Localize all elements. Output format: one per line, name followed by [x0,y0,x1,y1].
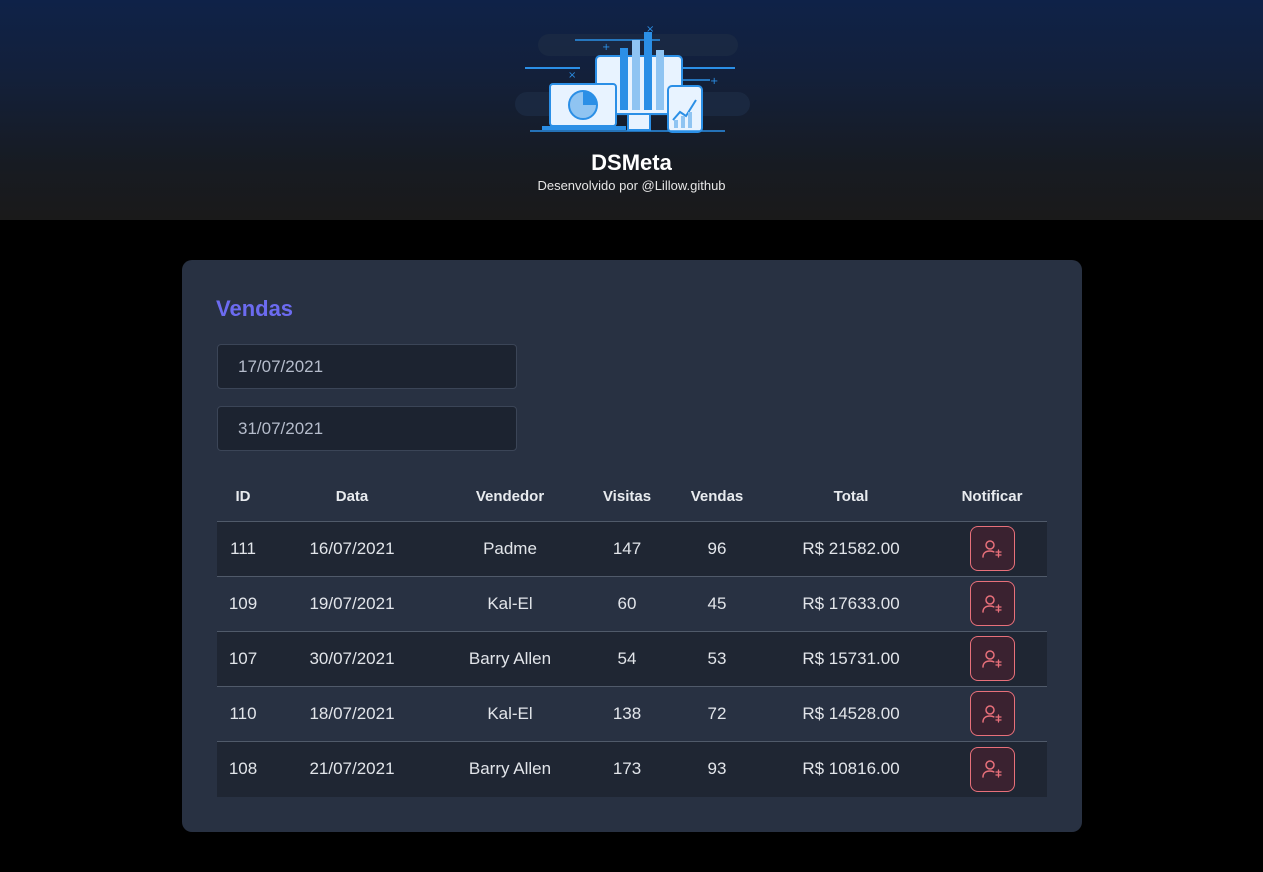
cell-sales: 96 [669,521,765,577]
cell-sales: 45 [669,576,765,632]
cell-visits: 54 [585,631,669,687]
table-header-row: ID Data Vendedor Visitas Vendas Total No… [217,472,1047,522]
cell-sales: 93 [669,741,765,797]
cell-seller: Kal-El [435,576,585,632]
svg-text:+: + [602,42,610,53]
svg-text:+: + [710,76,718,87]
min-date-input[interactable] [217,344,517,389]
table-row: 107 30/07/2021 Barry Allen 54 53 R$ 1573… [217,631,1047,687]
table-row: 109 19/07/2021 Kal-El 60 45 R$ 17633.00 [217,576,1047,632]
cell-notify [937,631,1047,687]
cell-date: 18/07/2021 [269,686,435,742]
page-header: × × + + × DSMeta Desenvolvido por @Lillo… [0,0,1263,220]
cell-visits: 173 [585,741,669,797]
cell-date: 19/07/2021 [269,576,435,632]
cell-id: 107 [217,631,269,687]
cell-total: R$ 17633.00 [765,576,937,632]
cell-id: 108 [217,741,269,797]
cell-seller: Padme [435,521,585,577]
cell-notify [937,686,1047,742]
column-header-date: Data [269,472,435,522]
notify-button[interactable] [969,691,1015,736]
table-row: 108 21/07/2021 Barry Allen 173 93 R$ 108… [217,741,1047,797]
cell-date: 16/07/2021 [269,521,435,577]
column-header-notify: Notificar [937,472,1047,522]
cell-seller: Kal-El [435,686,585,742]
cell-total: R$ 10816.00 [765,741,937,797]
cell-date: 21/07/2021 [269,741,435,797]
user-notify-icon [982,594,1002,613]
notify-button[interactable] [969,746,1015,792]
cell-id: 109 [217,576,269,632]
app-subtitle: Desenvolvido por @Lillow.github [537,178,726,193]
cell-notify [937,521,1047,577]
dashboard-logo-icon: × × + + × [515,24,750,133]
column-header-total: Total [765,472,937,522]
column-header-sales: Vendas [669,472,765,522]
column-header-seller: Vendedor [435,472,585,522]
sales-card: Vendas ID Data Vendedor Visitas Vendas T… [182,260,1082,832]
notify-button[interactable] [969,581,1015,626]
user-notify-icon [982,704,1002,723]
cell-seller: Barry Allen [435,741,585,797]
user-notify-icon [982,539,1002,558]
user-notify-icon [982,760,1002,778]
cell-total: R$ 15731.00 [765,631,937,687]
cell-total: R$ 21582.00 [765,521,937,577]
cell-visits: 147 [585,521,669,577]
table-row: 111 16/07/2021 Padme 147 96 R$ 21582.00 [217,521,1047,577]
notify-button[interactable] [969,526,1015,571]
sales-title: Vendas [216,296,294,321]
cell-notify [937,576,1047,632]
cell-sales: 72 [669,686,765,742]
cell-date: 30/07/2021 [269,631,435,687]
column-header-visits: Visitas [585,472,669,522]
cell-sales: 53 [669,631,765,687]
cell-id: 111 [217,521,269,577]
max-date-input[interactable] [217,406,517,451]
cell-total: R$ 14528.00 [765,686,937,742]
sales-table: ID Data Vendedor Visitas Vendas Total No… [217,472,1047,797]
cell-id: 110 [217,686,269,742]
cell-visits: 60 [585,576,669,632]
column-header-id: ID [217,472,269,522]
app-title: DSMeta [591,150,672,175]
user-notify-icon [982,649,1002,668]
cell-notify [937,741,1047,797]
notify-button[interactable] [969,636,1015,681]
cell-visits: 138 [585,686,669,742]
svg-text:×: × [568,70,576,81]
cell-seller: Barry Allen [435,631,585,687]
table-row: 110 18/07/2021 Kal-El 138 72 R$ 14528.00 [217,686,1047,742]
